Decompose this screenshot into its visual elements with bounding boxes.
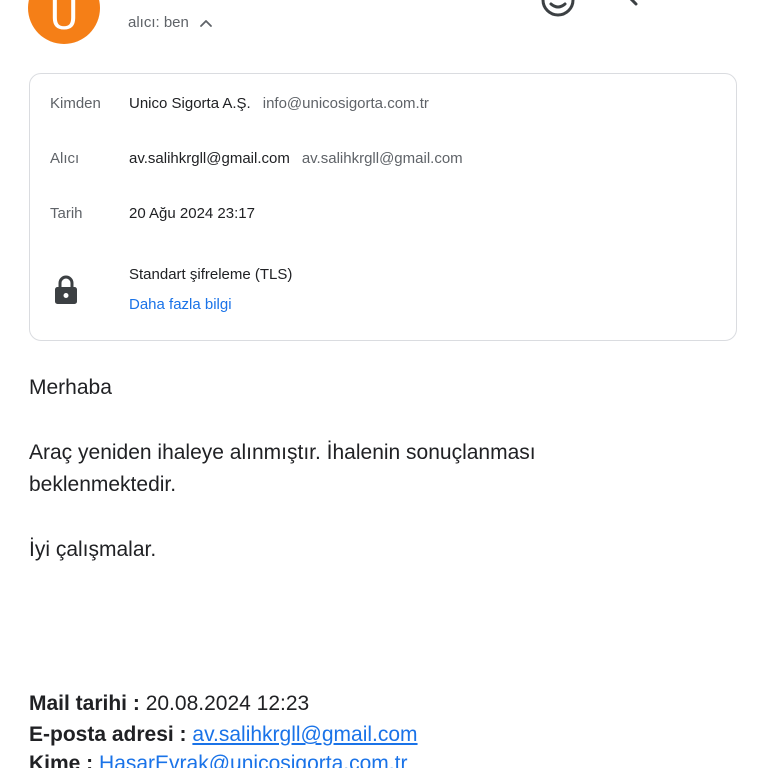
email-address-link[interactable]: av.salihkrgll@gmail.com [192,723,417,746]
from-value: Unico Sigorta A.Ş. info@unicosigorta.com.… [129,95,429,112]
to-label: Alıcı [50,150,80,167]
to-email[interactable]: av.salihkrgll@gmail.com [302,150,463,167]
recipient-summary: alıcı: ben [128,14,189,31]
from-name: Unico Sigorta A.Ş. [129,95,251,112]
to-line: Kime : HasarEvrak@unicosigorta.com.tr [29,752,407,768]
recipient-toggle[interactable]: alıcı: ben [128,14,213,31]
more-info-link[interactable]: Daha fazla bilgi [129,296,232,313]
greeting: Merhaba [29,376,112,399]
reply-icon[interactable] [622,0,662,12]
from-label: Kimden [50,95,101,112]
closing: İyi çalışmalar. [29,538,157,561]
emoji-reaction-icon[interactable] [540,0,576,18]
sender-avatar[interactable]: U [28,0,100,44]
date-value: 20 Ağu 2024 23:17 [129,205,255,222]
message-details-card: Kimden Unico Sigorta A.Ş. info@unicosigor… [29,73,737,341]
email-view: U alıcı: ben Kimden Unico Sigorta A.Ş. in… [0,0,768,768]
lock-icon [55,275,77,304]
mail-date-value: 20.08.2024 12:23 [145,692,310,715]
body-paragraph-line-2: beklenmektedir. [29,473,177,496]
to-line-label: Kime : [29,752,94,768]
email-address-label: E-posta adresi : [29,723,187,746]
date-label: Tarih [50,205,83,222]
mail-date-line: Mail tarihi : 20.08.2024 12:23 [29,692,309,716]
mail-date-label: Mail tarihi : [29,692,140,715]
to-value: av.salihkrgll@gmail.com av.salihkrgll@gma… [129,150,463,167]
chevron-up-icon [199,19,212,27]
to-line-link[interactable]: HasarEvrak@unicosigorta.com.tr [99,752,407,768]
from-email[interactable]: info@unicosigorta.com.tr [263,95,429,112]
to-name: av.salihkrgll@gmail.com [129,150,290,167]
body-paragraph-line-1: Araç yeniden ihaleye alınmıştır. İhaleni… [29,441,536,464]
encryption-text: Standart şifreleme (TLS) [129,266,293,283]
email-address-line: E-posta adresi : av.salihkrgll@gmail.com [29,723,418,747]
avatar-letter: U [49,0,79,39]
body-paragraph: Araç yeniden ihaleye alınmıştır. İhaleni… [29,437,536,501]
